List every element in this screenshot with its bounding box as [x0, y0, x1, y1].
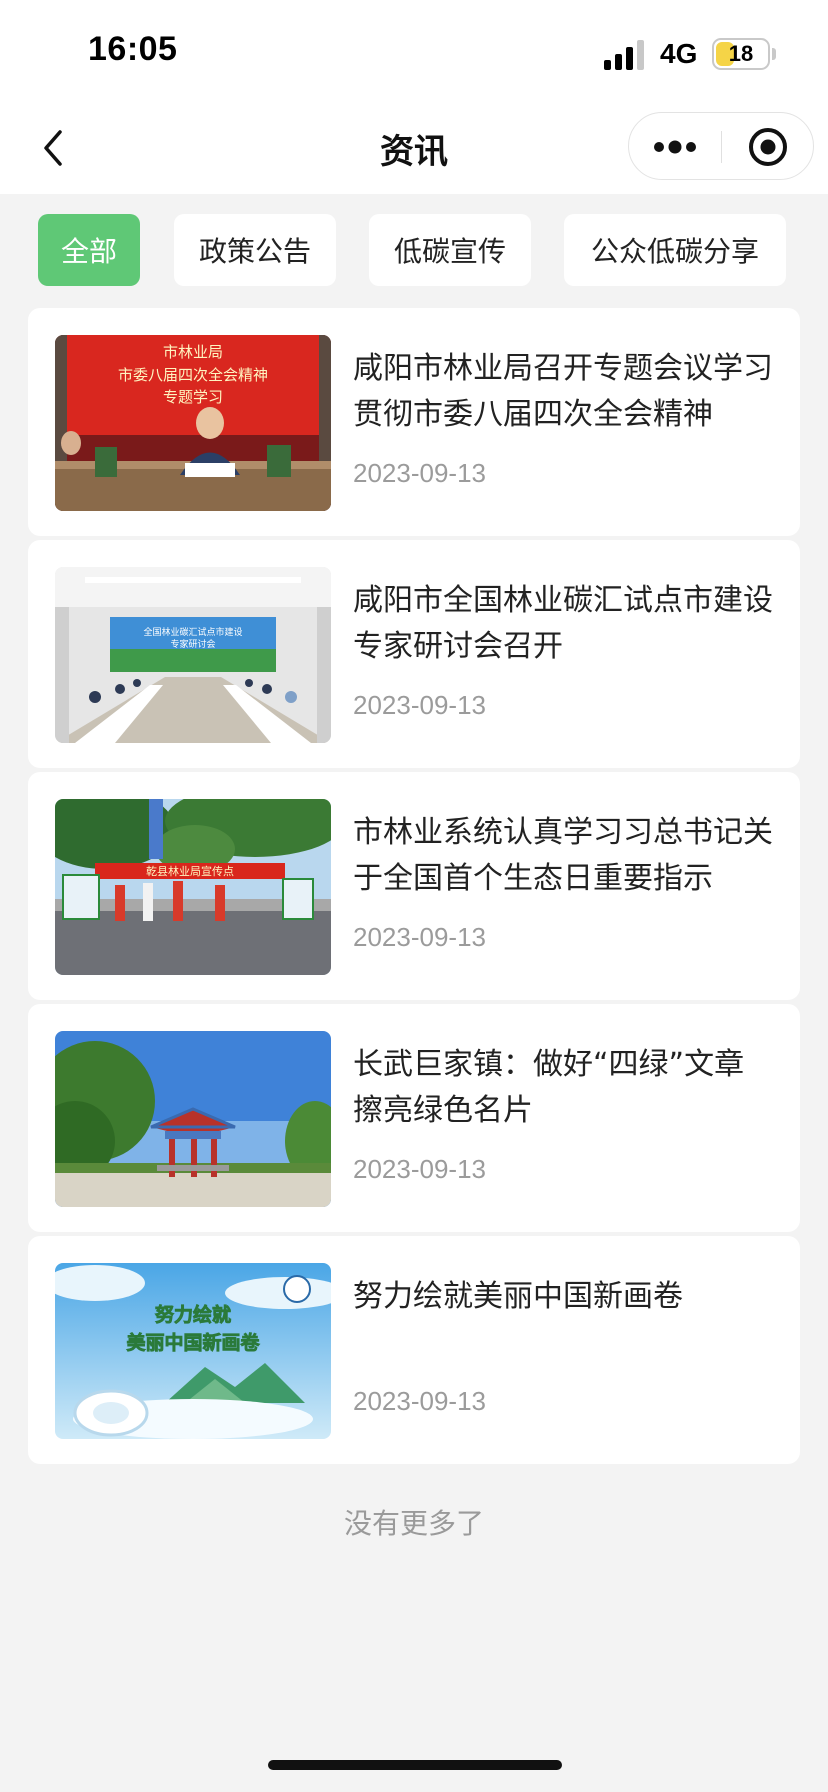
article-title: 市林业系统认真学习习总书记关于全国首个生态日重要指示 — [353, 815, 773, 896]
article-date: 2023-09-13 — [353, 1386, 486, 1416]
article-title: 咸阳市林业局召开专题会议学习贯彻市委八届四次全会精神 — [353, 351, 773, 432]
thumb-text: 专家研讨会 — [170, 638, 215, 650]
nav-bar: 资讯 — [0, 100, 828, 194]
status-time: 16:05 — [88, 30, 178, 68]
article-thumbnail — [55, 1031, 331, 1207]
thumb-text: 专题学习 — [163, 388, 223, 406]
article-card[interactable]: 乾县林业局宣传点 市林业系统认真学习习总书记关于全国首个生态日重要指示 2023… — [28, 772, 800, 1000]
mini-program-capsule — [628, 112, 814, 180]
thumb-text: 全国林业碳汇试点市建设 — [143, 626, 242, 638]
status-bar: 16:05 4G 18 — [0, 0, 828, 100]
article-thumbnail: 乾县林业局宣传点 — [55, 799, 331, 975]
more-dots-icon — [654, 140, 696, 154]
article-card[interactable]: 全国林业碳汇试点市建设 专家研讨会 咸阳市全国林业碳汇试点市建设专家研讨会召开 … — [28, 540, 800, 768]
article-date: 2023-09-13 — [353, 690, 486, 720]
thumb-text: 市林业局 — [163, 343, 223, 361]
tab-public-low-carbon-sharing[interactable]: 公众低碳分享 — [564, 214, 786, 286]
tab-low-carbon-promotion[interactable]: 低碳宣传 — [369, 214, 531, 286]
article-thumbnail: 努力绘就 美丽中国新画卷 — [55, 1263, 331, 1439]
close-target-icon — [749, 128, 787, 166]
network-label: 4G — [660, 38, 698, 69]
home-indicator — [268, 1760, 562, 1770]
close-button[interactable] — [722, 113, 814, 181]
battery-level: 18 — [728, 41, 754, 66]
tab-all[interactable]: 全部 — [38, 214, 140, 286]
thumb-text: 市委八届四次全会精神 — [118, 366, 268, 384]
article-date: 2023-09-13 — [353, 1154, 486, 1184]
article-card[interactable]: 长武巨家镇：做好“四绿”文章 擦亮绿色名片 2023-09-13 — [28, 1004, 800, 1232]
article-title: 咸阳市全国林业碳汇试点市建设专家研讨会召开 — [353, 583, 773, 664]
tab-policy-announcements[interactable]: 政策公告 — [174, 214, 336, 286]
article-date: 2023-09-13 — [353, 922, 486, 952]
battery-nub — [772, 48, 776, 60]
thumb-text: 美丽中国新画卷 — [126, 1331, 260, 1354]
no-more-text: 没有更多了 — [343, 1507, 484, 1540]
thumb-text: 努力绘就 — [155, 1303, 231, 1326]
signal-icon — [604, 40, 644, 70]
article-card[interactable]: 市林业局 市委八届四次全会精神 专题学习 咸阳市林业局召开专题会议学习贯彻市委八… — [28, 308, 800, 536]
thumb-text: 乾县林业局宣传点 — [146, 864, 234, 878]
more-button[interactable] — [629, 113, 721, 181]
article-title: 努力绘就美丽中国新画卷 — [353, 1279, 683, 1314]
article-card[interactable]: 努力绘就 美丽中国新画卷 努力绘就美丽中国新画卷 2023-09-13 — [28, 1236, 800, 1464]
article-thumbnail: 全国林业碳汇试点市建设 专家研讨会 — [55, 567, 331, 743]
battery-icon: 18 — [712, 38, 770, 70]
article-thumbnail: 市林业局 市委八届四次全会精神 专题学习 — [55, 335, 331, 511]
article-title: 长武巨家镇：做好“四绿”文章 擦亮绿色名片 — [353, 1047, 745, 1128]
article-date: 2023-09-13 — [353, 458, 486, 488]
